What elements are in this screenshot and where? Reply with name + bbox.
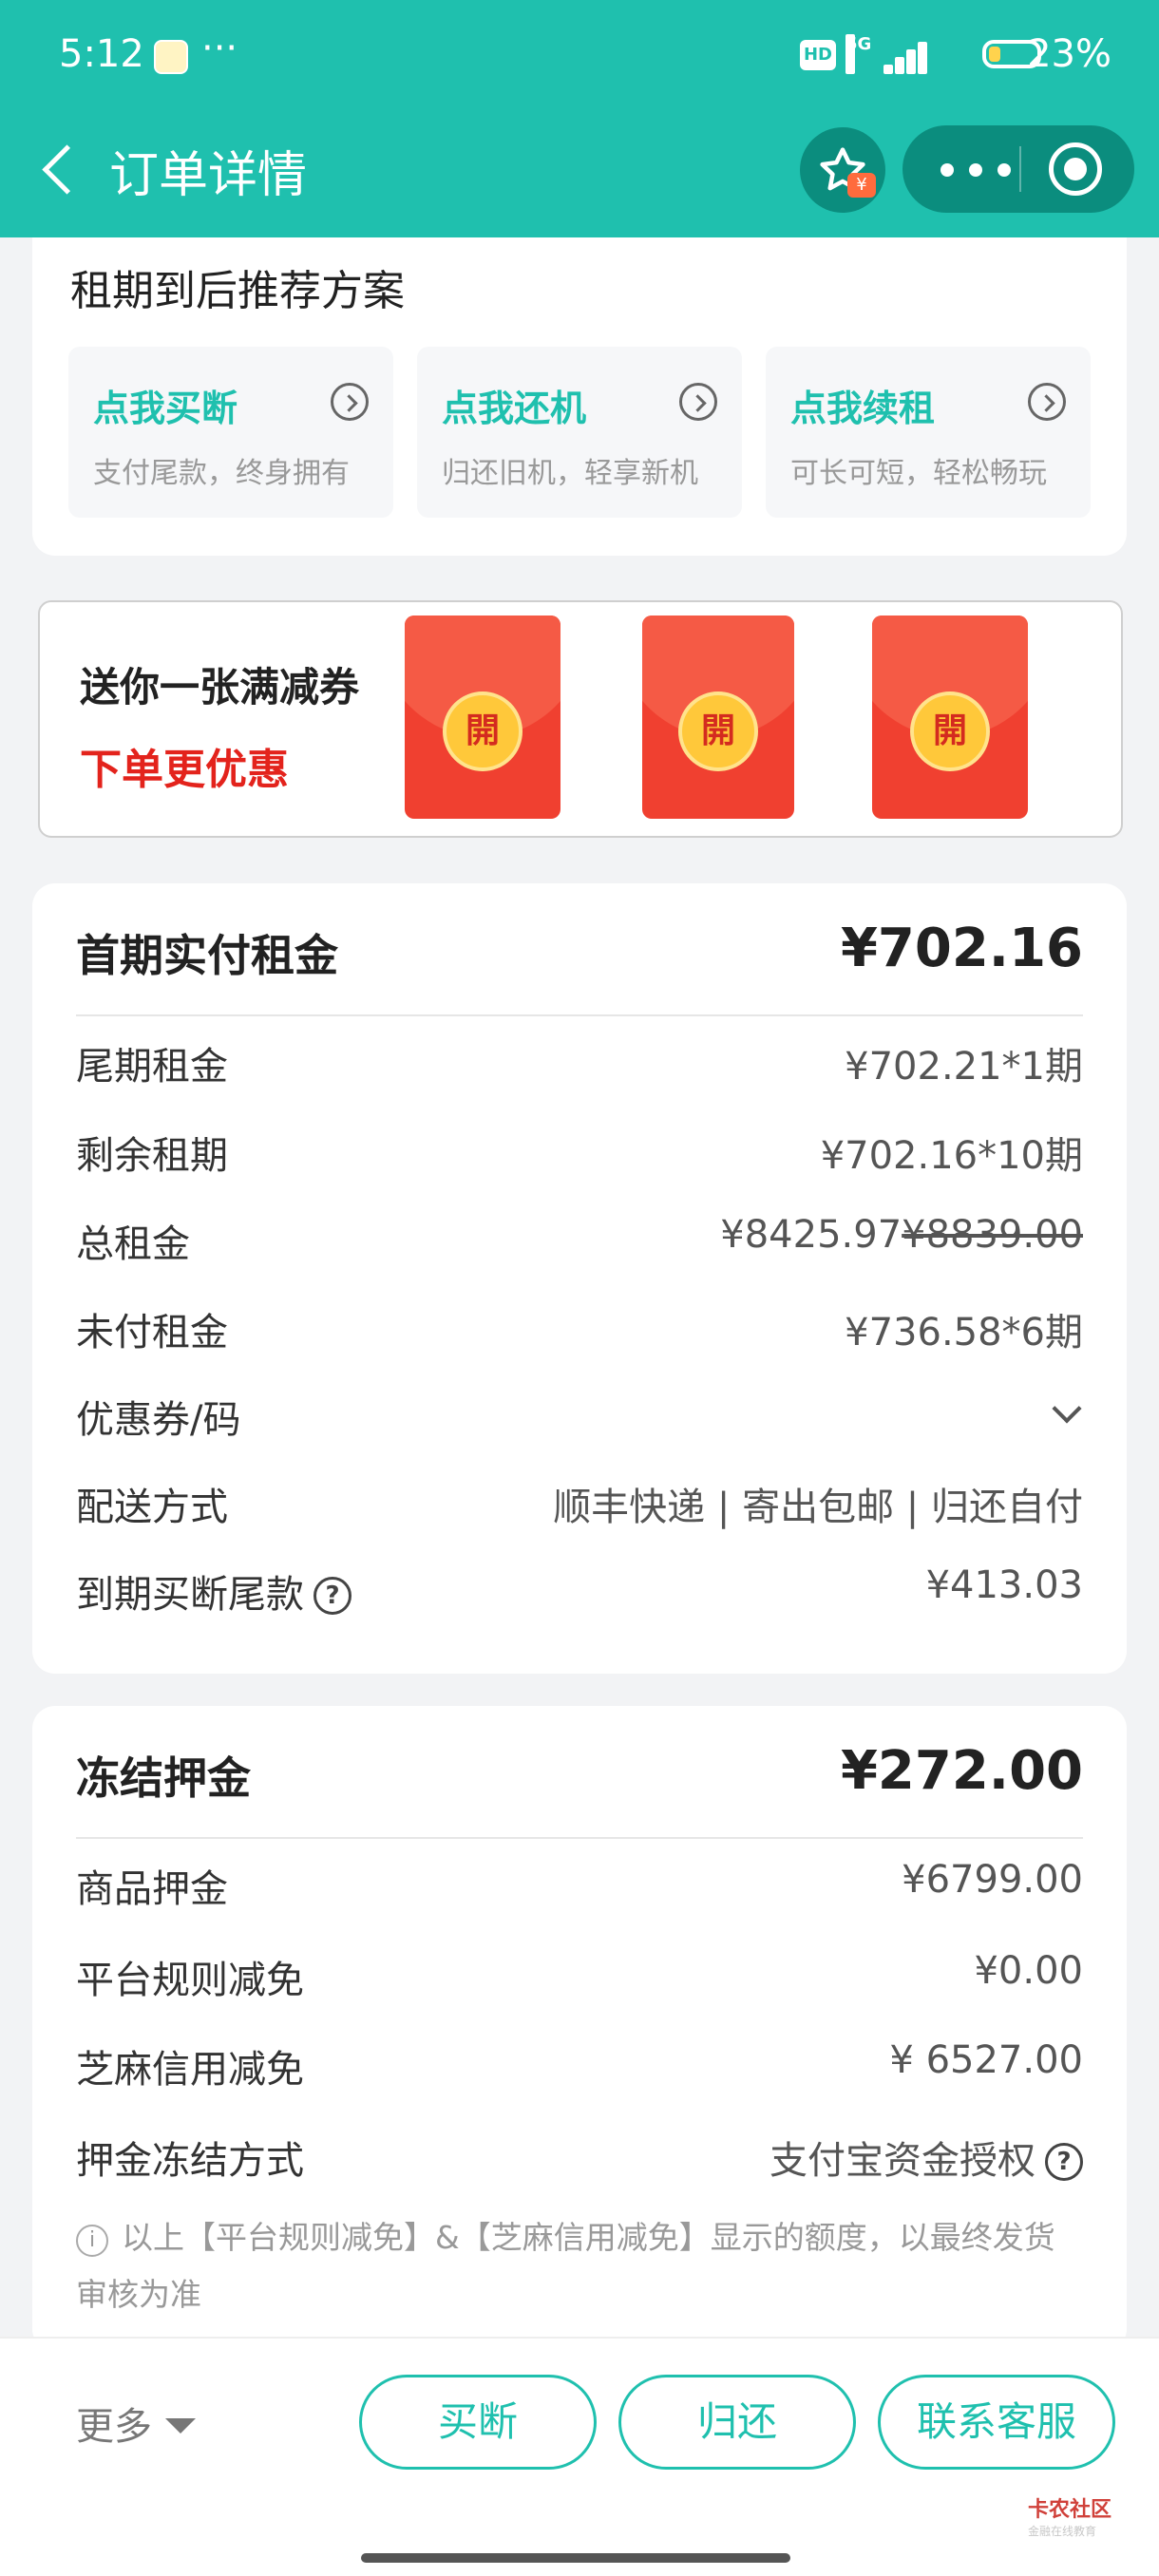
- info-icon: i: [76, 2225, 108, 2257]
- rent-title: 首期实付租金: [76, 930, 338, 981]
- plan-option-subtitle: 支付尾款，终身拥有: [93, 457, 350, 490]
- plan-option-return[interactable]: 点我还机 归还旧机，轻享新机: [417, 347, 742, 518]
- buyout-balance-row: 到期买断尾款? ¥413.03: [76, 1563, 1083, 1617]
- hd-icon: HD: [800, 40, 836, 70]
- more-notifications-icon: ···: [201, 27, 238, 70]
- rent-row: 剩余租期 ¥702.16*10期: [76, 1134, 1083, 1178]
- rent-amount: ¥702.16: [840, 918, 1083, 979]
- status-bar: 5:12 ··· HD 5G 23%: [59, 27, 1112, 87]
- help-icon[interactable]: ?: [1045, 2143, 1083, 2181]
- more-menu[interactable]: 更多: [76, 2396, 196, 2451]
- navbar: 订单详情 ¥: [0, 123, 1159, 218]
- red-packet-3[interactable]: 開: [872, 616, 1028, 819]
- rent-card: 首期实付租金 ¥702.16 尾期租金 ¥702.21*1期 剩余租期 ¥702…: [32, 883, 1127, 1674]
- miniapp-capsule: [902, 125, 1134, 213]
- plan-option-title: 点我买断: [93, 388, 238, 429]
- deposit-card: 冻结押金 ¥272.00 商品押金 ¥6799.00 平台规则减免 ¥0.00 …: [32, 1706, 1127, 2352]
- open-coin-icon: 開: [443, 691, 522, 771]
- coupon-title: 送你一张满减券: [80, 664, 360, 710]
- open-coin-icon: 開: [678, 691, 758, 771]
- plan-title: 租期到后推荐方案: [70, 267, 405, 315]
- watermark-logo: 卡农社区 金融在线教育: [1027, 2498, 1112, 2538]
- deposit-row: 平台规则减免 ¥0.00: [76, 1949, 1083, 2002]
- coupon-subtitle: 下单更优惠: [80, 746, 289, 794]
- delivery-row: 配送方式 顺丰快递 | 寄出包邮 | 归还自付: [76, 1486, 1083, 1529]
- rent-row: 尾期租金 ¥702.21*1期: [76, 1045, 1083, 1089]
- close-miniapp-icon[interactable]: [1049, 142, 1102, 196]
- deposit-method-row: 押金冻结方式 支付宝资金授权?: [76, 2130, 1083, 2187]
- more-options-icon[interactable]: [931, 125, 1026, 213]
- back-button[interactable]: [28, 141, 86, 198]
- battery-percent: 23%: [1027, 32, 1112, 76]
- deposit-row: 商品押金 ¥6799.00: [76, 1858, 1083, 1911]
- deposit-note: i 以上【平台规则减免】&【芝麻信用减免】显示的额度，以最终发货审核为准: [76, 2219, 1055, 2313]
- bottom-action-bar: 更多 买断 归还 联系客服 卡农社区 金融在线教育: [0, 2337, 1159, 2576]
- plan-option-title: 点我还机: [442, 388, 587, 429]
- deposit-title: 冻结押金: [76, 1752, 251, 1804]
- network-type: 5G: [846, 34, 871, 74]
- page-title: 订单详情: [109, 147, 308, 204]
- plan-option-subtitle: 可长可短，轻松畅玩: [790, 457, 1047, 490]
- deposit-row: 芝麻信用减免 ¥ 6527.00: [76, 2038, 1083, 2092]
- signal-icon: 5G: [846, 34, 931, 74]
- buyout-button[interactable]: 买断: [359, 2375, 597, 2470]
- plan-option-title: 点我续租: [790, 388, 936, 429]
- red-packet-1[interactable]: 開: [405, 616, 560, 819]
- rent-row: 总租金 ¥8425.97¥8839.00: [76, 1213, 1083, 1266]
- original-total-rent: ¥8839.00: [902, 1213, 1083, 1257]
- help-icon[interactable]: ?: [314, 1577, 352, 1615]
- home-indicator[interactable]: [361, 2553, 790, 2563]
- rent-row: 未付租金 ¥736.58*6期: [76, 1311, 1083, 1354]
- chevron-right-circle-icon: [331, 383, 369, 421]
- chevron-right-circle-icon: [679, 383, 717, 421]
- caret-down-icon: [165, 2418, 196, 2434]
- open-coin-icon: 開: [910, 691, 990, 771]
- coupon-banner[interactable]: 送你一张满减券 下单更优惠 開 開 開: [38, 600, 1123, 838]
- coupon-code-row[interactable]: 优惠券/码: [76, 1389, 1083, 1446]
- plan-option-renew[interactable]: 点我续租 可长可短，轻松畅玩: [766, 347, 1091, 518]
- total-rent-value: ¥8425.97: [720, 1213, 902, 1257]
- chevron-right-circle-icon: [1028, 383, 1066, 421]
- deposit-amount: ¥272.00: [840, 1740, 1083, 1802]
- yen-badge-icon: ¥: [847, 173, 876, 198]
- recommend-plan-card: 租期到后推荐方案 点我买断 支付尾款，终身拥有 点我还机 归还旧机，轻享新机 点…: [32, 237, 1127, 556]
- chevron-down-icon: [1052, 1393, 1082, 1424]
- red-packet-2[interactable]: 開: [642, 616, 794, 819]
- return-button[interactable]: 归还: [618, 2375, 856, 2470]
- plan-option-subtitle: 归还旧机，轻享新机: [442, 457, 698, 490]
- favorite-button[interactable]: ¥: [800, 127, 885, 213]
- header: 5:12 ··· HD 5G 23% 订单详情 ¥: [0, 0, 1159, 237]
- plan-option-buyout[interactable]: 点我买断 支付尾款，终身拥有: [68, 347, 393, 518]
- contact-service-button[interactable]: 联系客服: [878, 2375, 1115, 2470]
- clock: 5:12: [59, 32, 144, 76]
- notification-app-icon: [154, 40, 188, 74]
